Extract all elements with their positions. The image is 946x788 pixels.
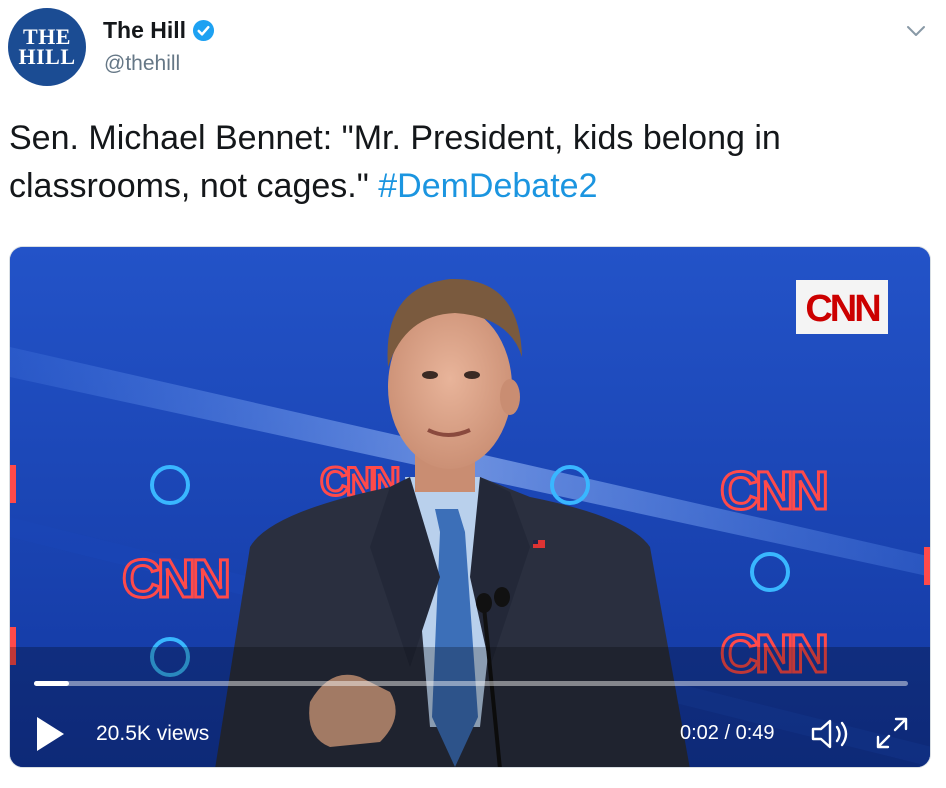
video-player[interactable]: CNN CNN CNN CNN CNN 20.5K views 0:02 / 0…: [9, 246, 931, 768]
progress-bar[interactable]: [34, 681, 908, 686]
fullscreen-icon[interactable]: [874, 715, 910, 751]
progress-fill: [34, 681, 69, 686]
avatar-text-line2: HILL: [18, 44, 76, 69]
svg-text:CNN: CNN: [805, 288, 879, 330]
play-icon[interactable]: [34, 715, 66, 753]
volume-icon[interactable]: [810, 717, 852, 751]
video-time: 0:02 / 0:49: [680, 722, 775, 744]
display-name[interactable]: The Hill: [103, 17, 186, 44]
handle[interactable]: @thehill: [104, 52, 180, 76]
svg-text:CNN: CNN: [122, 549, 228, 609]
svg-text:CNN: CNN: [720, 461, 826, 521]
hashtag-link[interactable]: #DemDebate2: [378, 167, 597, 205]
tweet-header: THE HILL The Hill @thehill: [0, 0, 946, 95]
verified-badge-icon: [193, 19, 215, 42]
video-frame: CNN CNN CNN CNN CNN: [10, 247, 930, 767]
tweet-text: Sen. Michael Bennet: "Mr. President, kid…: [9, 114, 909, 210]
view-count: 20.5K views: [96, 722, 210, 745]
avatar[interactable]: THE HILL: [8, 8, 86, 86]
chevron-down-icon[interactable]: [905, 22, 927, 40]
name-row: The Hill: [103, 17, 215, 44]
cnn-logo: CNN: [796, 280, 888, 334]
